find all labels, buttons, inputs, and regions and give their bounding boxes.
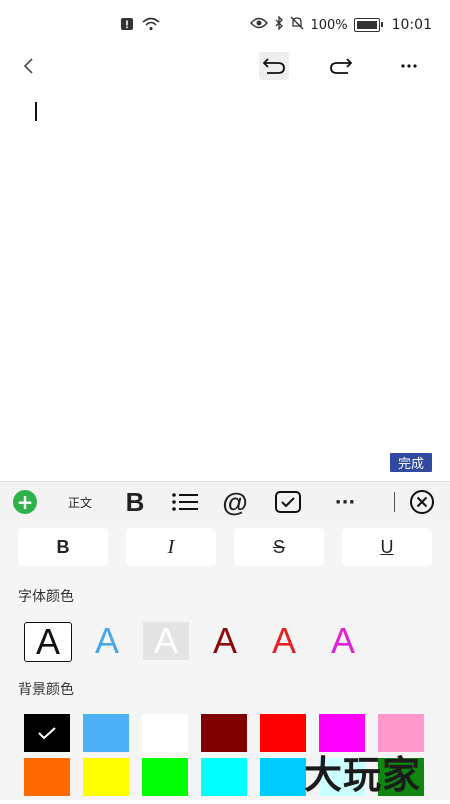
- bold-toggle-button[interactable]: B: [120, 482, 150, 522]
- undo-icon: [262, 58, 285, 74]
- back-button[interactable]: [16, 52, 40, 80]
- clock: 10:01: [391, 17, 432, 33]
- redo-icon: [330, 58, 353, 74]
- close-circle-icon: [410, 490, 434, 514]
- insert-button[interactable]: +: [10, 482, 40, 522]
- underline-button[interactable]: U: [342, 528, 432, 566]
- text-style-row: B I S U: [18, 528, 432, 566]
- bg-swatch-red[interactable]: [260, 714, 306, 752]
- note-editor[interactable]: [0, 90, 450, 450]
- toolbar-divider: [394, 492, 395, 512]
- format-toolbar: + 正文 B @ ···: [0, 481, 450, 523]
- status-left: [120, 16, 160, 35]
- status-bar: 100% 10:01: [0, 0, 450, 52]
- font-color-dark-red[interactable]: A: [202, 620, 248, 661]
- bg-swatch-orange[interactable]: [24, 758, 70, 796]
- close-keyboard-button[interactable]: [406, 482, 438, 522]
- background-color-label: 背景颜色: [18, 682, 74, 698]
- battery-percent: 100%: [310, 17, 348, 33]
- status-right: 100% 10:01: [250, 15, 432, 34]
- list-icon: [172, 493, 198, 511]
- bg-swatch-green[interactable]: [142, 758, 188, 796]
- font-color-red[interactable]: A: [261, 620, 307, 661]
- plus-circle-icon: +: [13, 490, 37, 514]
- paragraph-style-button[interactable]: 正文: [58, 482, 102, 522]
- checklist-button[interactable]: [272, 482, 304, 522]
- font-color-row: A A A A A A: [24, 620, 424, 662]
- wifi-icon: [142, 16, 160, 35]
- checkbox-icon: [275, 491, 301, 513]
- text-caret: [35, 102, 37, 121]
- redo-button[interactable]: [326, 52, 356, 80]
- font-color-black[interactable]: A: [24, 621, 72, 662]
- done-button[interactable]: 完成: [390, 453, 432, 472]
- bg-swatch-black[interactable]: [24, 714, 70, 752]
- bg-swatch-maroon[interactable]: [201, 714, 247, 752]
- italic-button[interactable]: I: [126, 528, 216, 566]
- more-format-button[interactable]: ···: [330, 482, 360, 522]
- bg-swatch-white[interactable]: [142, 714, 188, 752]
- mention-button[interactable]: @: [218, 482, 252, 522]
- font-color-magenta[interactable]: A: [320, 620, 366, 661]
- battery-icon: [353, 18, 383, 32]
- eye-icon: [250, 17, 269, 33]
- bold-button[interactable]: B: [18, 528, 108, 566]
- more-button[interactable]: [396, 52, 422, 80]
- bg-swatch-cyan[interactable]: [201, 758, 247, 796]
- bluetooth-icon: [274, 15, 284, 34]
- watermark-logo: 大玩家: [304, 753, 422, 797]
- list-button[interactable]: [170, 482, 200, 522]
- chevron-left-icon: [23, 58, 33, 74]
- alert-icon: [120, 16, 134, 35]
- strikethrough-button[interactable]: S: [234, 528, 324, 566]
- font-color-blue[interactable]: A: [84, 620, 130, 661]
- check-icon: [38, 727, 56, 740]
- more-horizontal-icon: [401, 64, 417, 68]
- bg-swatch-blue[interactable]: [83, 714, 129, 752]
- bg-swatch-yellow[interactable]: [83, 758, 129, 796]
- font-color-white[interactable]: A: [143, 620, 189, 661]
- font-color-label: 字体颜色: [18, 589, 74, 605]
- mute-bell-icon: [290, 16, 304, 34]
- editor-toolbar: [0, 52, 450, 80]
- bg-swatch-sky-blue[interactable]: [260, 758, 306, 796]
- undo-button[interactable]: [259, 52, 289, 80]
